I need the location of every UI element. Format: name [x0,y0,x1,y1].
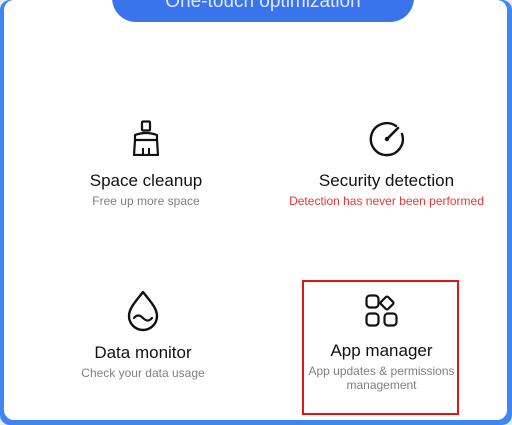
tile-title: Space cleanup [89,171,203,190]
tile-subtitle: Check your data usage [81,366,205,380]
tile-subtitle-warning: Detection has never been performed [289,194,484,208]
tile-security-detection[interactable]: Security detection Detection has never b… [269,120,504,208]
tile-data-monitor[interactable]: Data monitor Check your data usage [68,290,218,380]
water-drop-icon [127,290,159,332]
one-touch-optimization-button[interactable]: One-touch optimization [112,0,414,22]
gauge-icon [369,121,404,157]
tile-title: Data monitor [94,343,192,362]
broom-icon [132,120,160,156]
selection-highlight [302,280,459,415]
tile-space-cleanup[interactable]: Space cleanup Free up more space [71,120,221,208]
tile-subtitle: Free up more space [92,194,200,208]
tile-title: Security detection [318,171,455,190]
